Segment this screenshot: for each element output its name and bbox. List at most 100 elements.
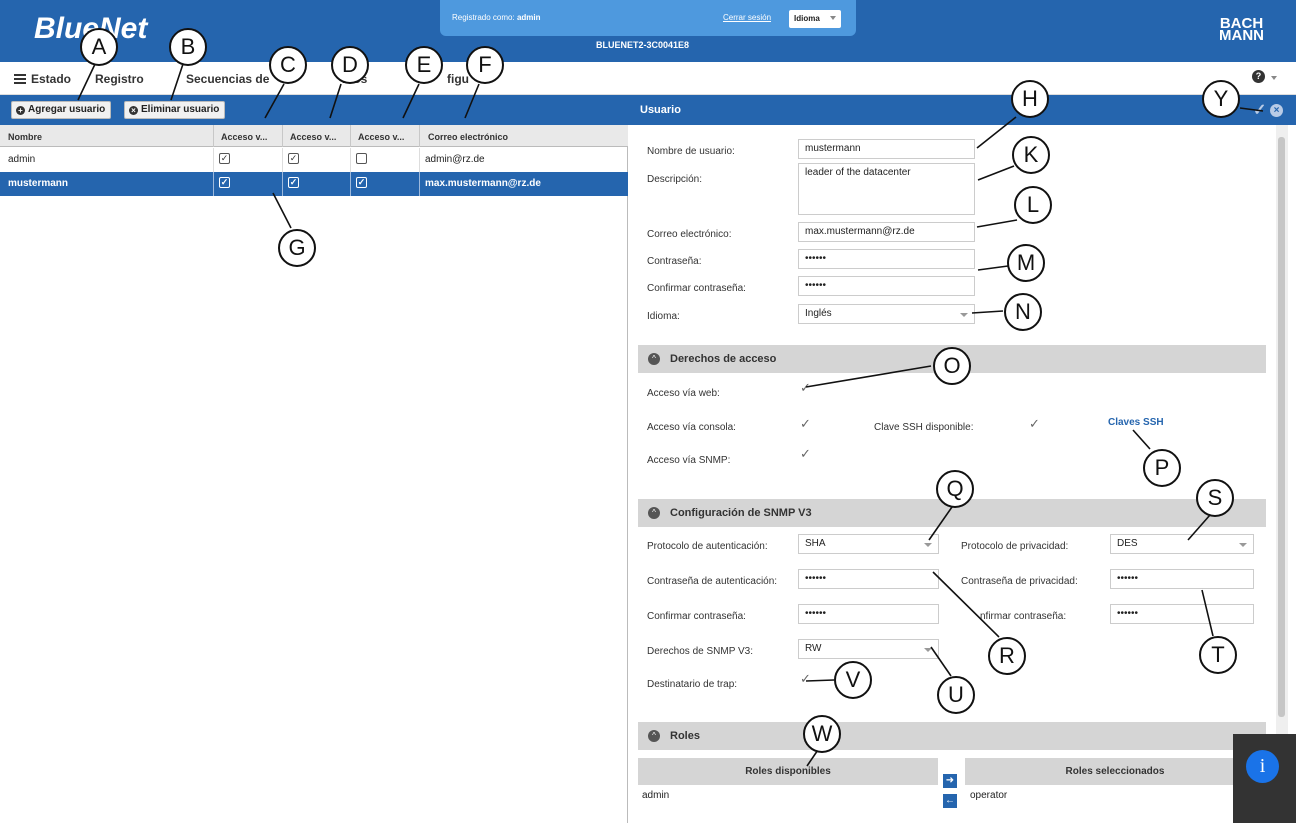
row-email: admin@rz.de xyxy=(425,154,485,165)
web-access-checkbox[interactable]: ✓ xyxy=(800,381,812,394)
close-icon[interactable]: × xyxy=(1270,104,1283,117)
column-header-web[interactable]: Acceso v... xyxy=(221,132,267,142)
confirm-password-input[interactable]: •••••• xyxy=(798,276,975,296)
move-left-button[interactable]: ← xyxy=(943,794,957,808)
email-label: Correo electrónico: xyxy=(647,229,732,240)
column-header-console[interactable]: Acceso v... xyxy=(290,132,336,142)
language-select[interactable]: Inglés xyxy=(798,304,975,324)
info-icon[interactable]: i xyxy=(1246,750,1279,783)
selected-roles-header: Roles seleccionados xyxy=(965,758,1265,785)
callout-marker: Y xyxy=(1202,80,1240,118)
username-label: Nombre de usuario: xyxy=(647,146,735,157)
scrollbar-thumb[interactable] xyxy=(1278,137,1285,717)
confirm-password-label: Confirmar contraseña: xyxy=(647,283,746,294)
auth-password-input[interactable]: •••••• xyxy=(798,569,939,589)
logged-in-label: Registrado como: xyxy=(452,13,515,22)
brand-line-2: MANN xyxy=(1219,27,1264,44)
privacy-password-label: Contraseña de privacidad: xyxy=(961,576,1078,587)
section-title: Derechos de acceso xyxy=(670,353,777,365)
password-input[interactable]: •••••• xyxy=(798,249,975,269)
row-email: max.mustermann@rz.de xyxy=(425,178,541,189)
callout-marker: K xyxy=(1012,136,1050,174)
main-menu: Estado Registro Secuencias de .rios figu… xyxy=(0,62,1296,95)
callout-marker: S xyxy=(1196,479,1234,517)
column-header-name[interactable]: Nombre xyxy=(8,132,42,142)
username-input[interactable]: mustermann xyxy=(798,139,975,159)
callout-marker: B xyxy=(169,28,207,66)
menu-item-label: Registro xyxy=(95,72,144,86)
device-name: BLUENET2-3C0041E8 xyxy=(596,40,690,50)
callout-marker: N xyxy=(1004,293,1042,331)
chevron-down-icon xyxy=(960,313,968,317)
privacy-protocol-value: DES xyxy=(1117,538,1138,549)
language-label: Idioma: xyxy=(647,311,680,322)
description-input[interactable]: leader of the datacenter xyxy=(798,163,975,215)
column-divider xyxy=(350,172,351,196)
move-right-button[interactable]: ➜ xyxy=(943,774,957,788)
snmp-access-checkbox[interactable] xyxy=(356,153,367,164)
menu-item-secuencias[interactable]: Secuencias de xyxy=(186,72,269,86)
trap-receiver-checkbox[interactable]: ✓ xyxy=(800,672,812,685)
callout-marker: D xyxy=(331,46,369,84)
trap-receiver-label: Destinatario de trap: xyxy=(647,679,738,690)
menu-item-label: Secuencias de xyxy=(186,72,270,86)
privacy-confirm-input[interactable]: •••••• xyxy=(1110,604,1254,624)
delete-user-button[interactable]: × Eliminar usuario xyxy=(124,101,226,119)
privacy-password-input[interactable]: •••••• xyxy=(1110,569,1254,589)
ssh-keys-link[interactable]: Claves SSH xyxy=(1108,417,1164,428)
web-access-label: Acceso vía web: xyxy=(647,388,720,399)
add-user-button[interactable]: + Agregar usuario xyxy=(11,101,112,119)
row-name: admin xyxy=(8,154,36,165)
auth-protocol-select[interactable]: SHA xyxy=(798,534,939,554)
callout-marker: P xyxy=(1143,449,1181,487)
column-header-snmp[interactable]: Acceso v... xyxy=(358,132,404,142)
collapse-icon: ^ xyxy=(648,353,660,365)
menu-item-estado[interactable]: Estado xyxy=(14,72,71,86)
column-header-email[interactable]: Correo electrónico xyxy=(428,132,508,142)
callout-marker: V xyxy=(834,661,872,699)
collapse-icon: ^ xyxy=(648,507,660,519)
ssh-key-checkbox[interactable]: ✓ xyxy=(1029,417,1041,430)
callout-marker: H xyxy=(1011,80,1049,118)
console-access-checkbox[interactable]: ✓ xyxy=(288,153,299,164)
auth-password-label: Contraseña de autenticación: xyxy=(647,576,778,587)
console-access-checkbox[interactable]: ✓ xyxy=(800,417,812,430)
callout-marker: U xyxy=(937,676,975,714)
snmp-access-label: Acceso vía SNMP: xyxy=(647,455,731,466)
user-grid: Nombre Acceso v... Acceso v... Acceso v.… xyxy=(0,125,628,823)
column-divider xyxy=(350,148,351,172)
table-row[interactable]: admin ✓ ✓ admin@rz.de xyxy=(0,148,628,172)
snmp-confirm-input[interactable]: •••••• xyxy=(798,604,939,624)
help-icon[interactable]: ? xyxy=(1252,70,1265,83)
snmp-rights-select[interactable]: RW xyxy=(798,639,939,659)
available-role-item[interactable]: admin xyxy=(642,790,669,801)
plus-icon: + xyxy=(16,106,25,115)
roles-section-header[interactable]: ^ Roles xyxy=(638,722,1266,750)
console-access-checkbox[interactable]: ✓ xyxy=(288,177,299,188)
snmp-access-checkbox[interactable]: ✓ xyxy=(356,177,367,188)
callout-marker: F xyxy=(466,46,504,84)
language-select[interactable]: Idioma xyxy=(789,10,841,28)
chevron-down-icon[interactable] xyxy=(1271,76,1277,80)
menu-item-configuracion[interactable]: figu xyxy=(447,72,469,86)
menu-item-label: Estado xyxy=(31,72,72,86)
web-access-checkbox[interactable]: ✓ xyxy=(219,177,230,188)
table-row-selected[interactable]: mustermann ✓ ✓ ✓ max.mustermann@rz.de xyxy=(0,172,628,196)
menu-item-registro[interactable]: Registro xyxy=(95,72,144,86)
column-divider xyxy=(213,148,214,172)
save-check-icon[interactable]: ✓ xyxy=(1253,100,1266,120)
selected-role-item[interactable]: operator xyxy=(970,790,1007,801)
column-divider xyxy=(282,172,283,196)
row-name: mustermann xyxy=(8,178,69,189)
logout-link[interactable]: Cerrar sesión xyxy=(723,13,771,22)
email-input[interactable]: max.mustermann@rz.de xyxy=(798,222,975,242)
grid-header: Nombre Acceso v... Acceso v... Acceso v.… xyxy=(0,125,628,147)
bachmann-logo: BACH MANN xyxy=(1219,16,1264,44)
callout-marker: Q xyxy=(936,470,974,508)
console-access-label: Acceso vía consola: xyxy=(647,422,736,433)
column-divider xyxy=(213,172,214,196)
login-box: Registrado como: admin Cerrar sesión Idi… xyxy=(440,0,856,36)
web-access-checkbox[interactable]: ✓ xyxy=(219,153,230,164)
snmp-access-checkbox[interactable]: ✓ xyxy=(800,447,812,460)
privacy-protocol-select[interactable]: DES xyxy=(1110,534,1254,554)
